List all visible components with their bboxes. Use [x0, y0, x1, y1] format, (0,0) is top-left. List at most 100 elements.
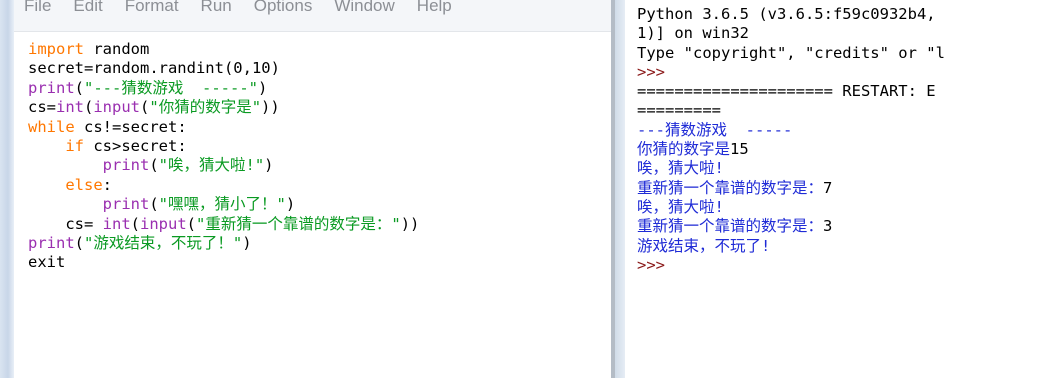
- code-line-token: )): [400, 214, 420, 233]
- code-line-token: (: [149, 195, 159, 214]
- code-line: print("唉，猜大啦!"): [28, 156, 608, 175]
- shell-line: =========: [637, 101, 945, 120]
- shell-line-token: >>>: [637, 255, 665, 274]
- code-line-token: cs=: [28, 214, 103, 233]
- shell-line-token: 1)] on win32: [637, 24, 749, 43]
- code-line-token: print: [102, 156, 150, 175]
- code-line-token: print: [28, 78, 75, 97]
- code-line: print("游戏结束，不玩了！"): [28, 234, 608, 253]
- code-line: cs=int(input("你猜的数字是")): [28, 98, 608, 117]
- code-line-token: exit: [28, 253, 66, 272]
- code-line-token: (: [149, 156, 159, 175]
- code-line: else:: [28, 176, 608, 195]
- shell-line-token: Python 3.6.5 (v3.6.5:f59c0932b4,: [637, 5, 936, 23]
- editor-menubar: File Edit Format Run Options Window Help: [14, 0, 612, 32]
- code-line-token: int: [102, 214, 131, 233]
- code-line-token: while: [28, 117, 75, 136]
- code-line-token: (: [74, 78, 85, 97]
- shell-window: Python 3.6.5 (v3.6.5:f59c0932b4, 1)] on w…: [625, 0, 1049, 378]
- shell-line-token: 游戏结束，不玩了!: [637, 236, 771, 255]
- shell-line-token: =========: [637, 101, 721, 120]
- code-line-token: ): [264, 156, 274, 175]
- code-line-token: [28, 195, 103, 213]
- shell-line: >>>: [637, 256, 945, 275]
- code-line: print("嘿嘿，猜小了！"): [28, 195, 608, 214]
- code-line-token: import: [28, 40, 84, 58]
- code-line-token: (: [84, 98, 94, 117]
- code-line-token: [28, 137, 65, 155]
- shell-line: 唉，猜大啦!: [637, 198, 945, 217]
- shell-line-token: 重新猜一个靠谱的数字是：: [637, 178, 824, 197]
- shell-output-area[interactable]: Python 3.6.5 (v3.6.5:f59c0932b4, 1)] on w…: [637, 5, 945, 275]
- code-line-token: cs>secret:: [84, 136, 187, 155]
- code-line-token: (: [130, 214, 140, 233]
- code-line: print("---猜数游戏 -----"): [28, 79, 608, 98]
- code-line-token: input: [93, 98, 141, 117]
- menu-options[interactable]: Options: [244, 0, 325, 16]
- shell-line-token: ---猜数游戏 -----: [637, 120, 793, 139]
- menu-run[interactable]: Run: [191, 0, 244, 16]
- shell-line-token: 3: [823, 217, 833, 236]
- code-line-token: random: [84, 40, 150, 58]
- shell-line-token: 唉，猜大啦!: [637, 197, 724, 216]
- code-line: if cs>secret:: [28, 137, 608, 156]
- code-line: secret=random.randint(0,10): [28, 59, 608, 78]
- code-line: exit: [28, 253, 608, 272]
- code-line-token: secret=random.randint(0,10): [28, 59, 280, 78]
- shell-line-token: ===================== RESTART: E: [637, 82, 936, 101]
- code-line-token: "重新猜一个靠谱的数字是：": [196, 214, 401, 233]
- code-line-token: ): [285, 195, 296, 214]
- code-line-token: (: [74, 233, 85, 252]
- shell-line-token: 15: [730, 140, 749, 159]
- code-line-token: int: [56, 98, 84, 117]
- menu-edit[interactable]: Edit: [63, 0, 114, 16]
- code-line: while cs!=secret:: [28, 118, 608, 137]
- code-line-token: [28, 156, 103, 174]
- code-line-token: if: [65, 136, 84, 155]
- code-line-token: cs=: [28, 98, 56, 117]
- shell-line: ---猜数游戏 -----: [637, 121, 945, 140]
- shell-line-token: 你猜的数字是: [637, 140, 731, 159]
- shell-line: 唉，猜大啦!: [637, 159, 945, 178]
- code-line-token: print: [102, 195, 150, 214]
- shell-line-token: >>>: [637, 62, 665, 81]
- shell-line-token: Type "copyright", "credits" or "l: [637, 43, 945, 62]
- code-line-token: [28, 176, 65, 194]
- shell-line-token: 重新猜一个靠谱的数字是：: [637, 217, 824, 236]
- shell-line: Python 3.6.5 (v3.6.5:f59c0932b4,: [637, 5, 945, 24]
- code-line-token: (: [140, 98, 150, 117]
- code-line-token: ): [242, 233, 252, 252]
- menu-file[interactable]: File: [14, 0, 63, 16]
- editor-window-frame: [0, 0, 14, 378]
- shell-line-token: 唉，猜大啦!: [637, 159, 724, 178]
- code-line-token: ): [258, 78, 268, 97]
- shell-line: 1)] on win32: [637, 24, 945, 43]
- shell-line: 游戏结束，不玩了!: [637, 237, 945, 256]
- menu-format[interactable]: Format: [115, 0, 191, 16]
- code-line-token: )): [261, 98, 280, 117]
- code-line-token: :: [102, 175, 112, 194]
- shell-line: 你猜的数字是15: [637, 140, 945, 159]
- code-line-token: "你猜的数字是": [149, 98, 262, 117]
- code-line-token: (: [186, 214, 197, 233]
- shell-line: >>>: [637, 63, 945, 82]
- code-line-token: print: [28, 233, 75, 252]
- code-line: cs= int(input("重新猜一个靠谱的数字是：")): [28, 215, 608, 234]
- menu-window[interactable]: Window: [324, 0, 406, 16]
- shell-line: 重新猜一个靠谱的数字是：3: [637, 217, 945, 236]
- code-line-token: "游戏结束，不玩了！": [84, 233, 243, 252]
- shell-line: Type "copyright", "credits" or "l: [637, 44, 945, 63]
- code-line-token: cs!=secret:: [74, 117, 187, 136]
- code-line-token: "嘿嘿，猜小了！": [158, 195, 286, 214]
- shell-line-token: 7: [823, 178, 833, 197]
- window-gap: [615, 0, 625, 378]
- code-line-token: else: [65, 175, 103, 194]
- code-line: import random: [28, 40, 608, 59]
- editor-window: File Edit Format Run Options Window Help…: [0, 0, 612, 378]
- code-editor-text-area[interactable]: import random secret=random.randint(0,10)…: [28, 40, 608, 273]
- shell-line: ===================== RESTART: E: [637, 82, 945, 101]
- code-line-token: "唉，猜大啦!": [158, 156, 265, 175]
- code-line-token: "---猜数游戏 -----": [84, 78, 258, 97]
- menu-help[interactable]: Help: [407, 0, 464, 16]
- shell-line: 重新猜一个靠谱的数字是：7: [637, 179, 945, 198]
